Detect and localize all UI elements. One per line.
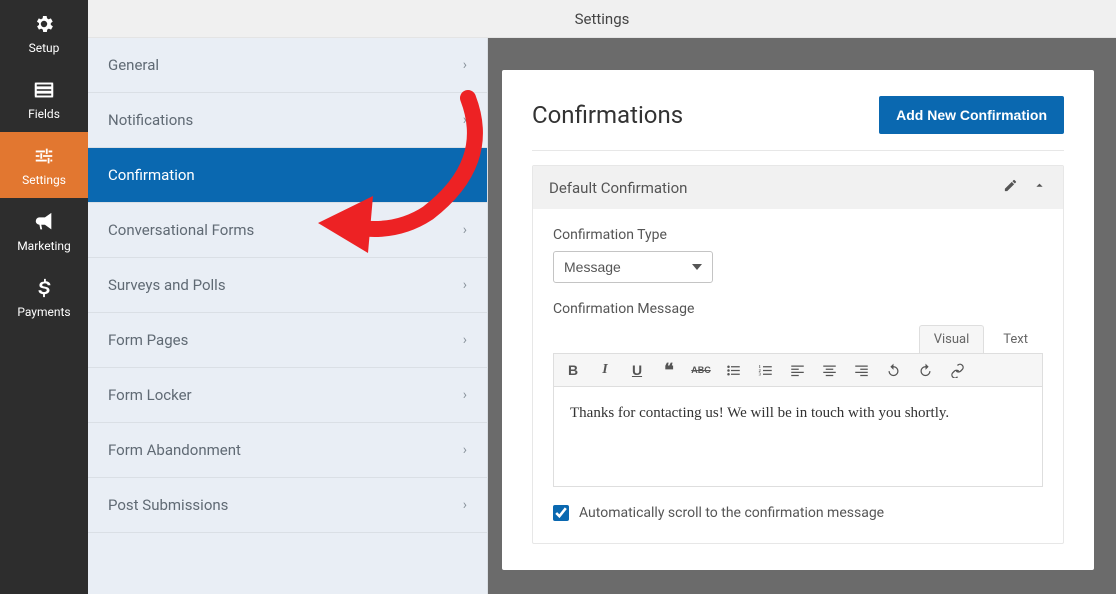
confirmation-type-select[interactable]: Message	[553, 251, 713, 283]
chevron-right-icon: ›	[463, 497, 467, 513]
scroll-checkbox-label: Automatically scroll to the confirmation…	[579, 505, 884, 521]
list-icon	[32, 78, 56, 102]
subnav-item-label: Form Pages	[108, 331, 188, 349]
sidebar-item-label: Setup	[29, 41, 60, 55]
subnav-item-conversational-forms[interactable]: Conversational Forms ›	[88, 203, 487, 258]
subnav-item-confirmation[interactable]: Confirmation ›	[88, 148, 487, 203]
confirmations-panel: Confirmations Add New Confirmation Defau…	[502, 70, 1094, 570]
editor-wrap: Confirmation Message Visual Text B I U ❝	[553, 301, 1043, 487]
chevron-right-icon: ›	[463, 57, 467, 73]
undo-icon[interactable]	[882, 359, 904, 381]
sidebar-item-label: Fields	[28, 107, 60, 121]
edit-icon[interactable]	[1003, 178, 1018, 197]
chevron-right-icon: ›	[463, 112, 467, 128]
chevron-right-icon: ›	[463, 222, 467, 238]
sidebar-item-marketing[interactable]: Marketing	[0, 198, 88, 264]
subnav-item-label: Conversational Forms	[108, 221, 254, 239]
chevron-right-icon: ›	[463, 442, 467, 458]
panel-wrapper: Confirmations Add New Confirmation Defau…	[488, 38, 1094, 594]
blockquote-icon[interactable]: ❝	[658, 359, 680, 381]
italic-icon[interactable]: I	[594, 359, 616, 381]
topbar: Settings	[88, 0, 1116, 38]
scroll-checkbox[interactable]	[553, 505, 569, 521]
bullhorn-icon	[32, 210, 56, 234]
bold-icon[interactable]: B	[562, 359, 584, 381]
editor-tab-text[interactable]: Text	[988, 325, 1043, 353]
app-root: Setup Fields Settings Marketing Payments	[0, 0, 1116, 594]
gear-icon	[32, 12, 56, 36]
subnav-item-form-pages[interactable]: Form Pages ›	[88, 313, 487, 368]
sidebar-item-fields[interactable]: Fields	[0, 66, 88, 132]
align-center-icon[interactable]	[818, 359, 840, 381]
redo-icon[interactable]	[914, 359, 936, 381]
underline-icon[interactable]: U	[626, 359, 648, 381]
panel-title: Confirmations	[532, 101, 683, 129]
chevron-right-icon: ›	[463, 277, 467, 293]
subnav-item-label: Confirmation	[108, 166, 195, 184]
strikethrough-icon[interactable]: ABC	[690, 359, 712, 381]
subnav-item-label: Form Abandonment	[108, 441, 241, 459]
confirmation-message-label: Confirmation Message	[553, 301, 1043, 317]
align-right-icon[interactable]	[850, 359, 872, 381]
editor-tabs: Visual Text	[553, 325, 1043, 353]
sidebar-item-payments[interactable]: Payments	[0, 264, 88, 330]
subnav-item-form-abandonment[interactable]: Form Abandonment ›	[88, 423, 487, 478]
topbar-title: Settings	[575, 10, 630, 28]
sidebar-item-settings[interactable]: Settings	[0, 132, 88, 198]
add-new-confirmation-button[interactable]: Add New Confirmation	[879, 96, 1064, 134]
subnav-item-label: Post Submissions	[108, 496, 228, 514]
align-left-icon[interactable]	[786, 359, 808, 381]
subnav-item-label: Form Locker	[108, 386, 192, 404]
link-icon[interactable]	[946, 359, 968, 381]
settings-subnav: General › Notifications › Confirmation ›…	[88, 38, 488, 594]
sliders-icon	[32, 144, 56, 168]
main-sidebar: Setup Fields Settings Marketing Payments	[0, 0, 88, 594]
content: General › Notifications › Confirmation ›…	[88, 38, 1116, 594]
chevron-right-icon: ›	[463, 332, 467, 348]
chevron-up-icon[interactable]	[1032, 178, 1047, 197]
sidebar-item-label: Settings	[22, 173, 66, 187]
main-area: Settings General › Notifications › Confi…	[88, 0, 1116, 594]
scroll-checkbox-row[interactable]: Automatically scroll to the confirmation…	[553, 505, 1043, 521]
chevron-right-icon: ›	[463, 387, 467, 403]
chevron-down-icon: ›	[457, 173, 473, 177]
editor-textarea[interactable]: Thanks for contacting us! We will be in …	[553, 387, 1043, 487]
subnav-item-notifications[interactable]: Notifications ›	[88, 93, 487, 148]
svg-text:3: 3	[758, 371, 761, 376]
subnav-item-post-submissions[interactable]: Post Submissions ›	[88, 478, 487, 533]
sidebar-item-label: Marketing	[17, 239, 71, 253]
numbered-list-icon[interactable]: 123	[754, 359, 776, 381]
confirmation-card: Default Confirmation Confirmation Type M…	[532, 165, 1064, 544]
editor-tab-visual[interactable]: Visual	[919, 325, 985, 353]
subnav-item-general[interactable]: General ›	[88, 38, 487, 93]
editor-toolbar: B I U ❝ ABC 123	[553, 353, 1043, 387]
subnav-item-label: Notifications	[108, 111, 193, 129]
bullet-list-icon[interactable]	[722, 359, 744, 381]
confirmation-card-title: Default Confirmation	[549, 179, 687, 197]
confirmation-body: Confirmation Type Message Confirmation M…	[533, 209, 1063, 543]
subnav-item-surveys-polls[interactable]: Surveys and Polls ›	[88, 258, 487, 313]
subnav-item-label: Surveys and Polls	[108, 276, 226, 294]
confirmation-actions	[1003, 178, 1047, 197]
confirmation-card-header[interactable]: Default Confirmation	[533, 166, 1063, 209]
sidebar-item-setup[interactable]: Setup	[0, 0, 88, 66]
confirmation-type-label: Confirmation Type	[553, 227, 1043, 243]
subnav-item-form-locker[interactable]: Form Locker ›	[88, 368, 487, 423]
panel-header: Confirmations Add New Confirmation	[532, 96, 1064, 151]
subnav-item-label: General	[108, 56, 159, 74]
dollar-icon	[32, 276, 56, 300]
sidebar-item-label: Payments	[17, 305, 70, 319]
